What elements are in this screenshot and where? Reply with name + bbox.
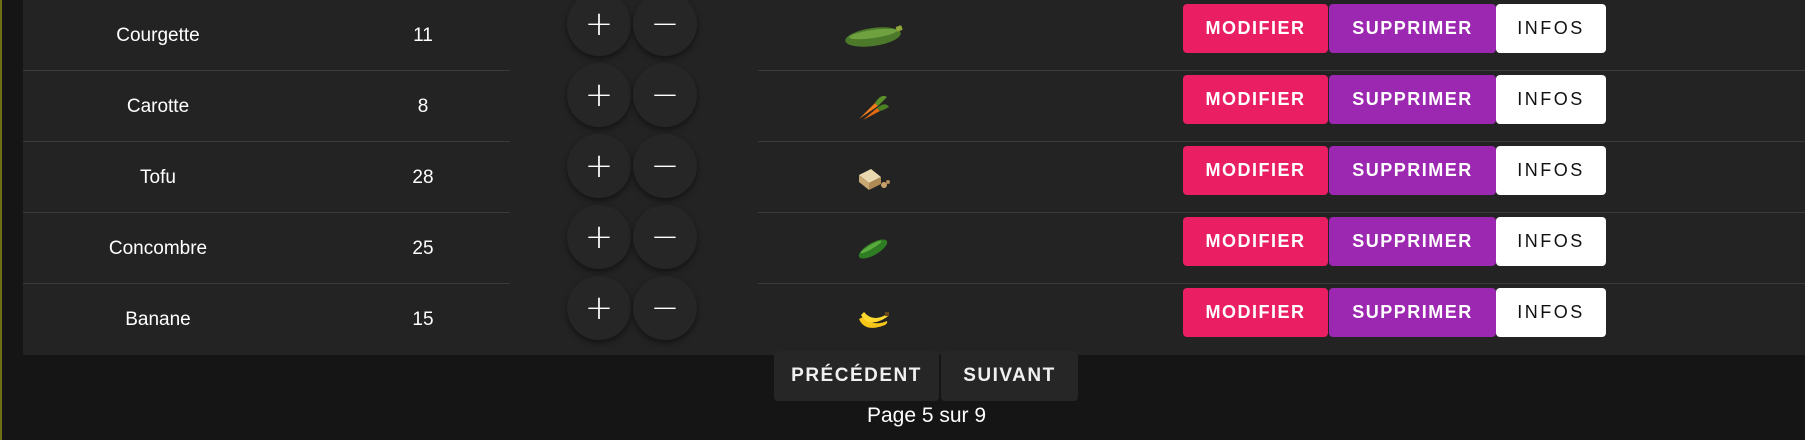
delete-button[interactable]: SUPPRIMER [1329, 75, 1496, 124]
decrement-button[interactable]: − [633, 134, 697, 198]
product-quantity: 28 [412, 166, 434, 188]
product-name: Concombre [108, 237, 208, 259]
increment-button[interactable]: + [567, 0, 631, 56]
window-edge [0, 0, 2, 440]
info-button[interactable]: INFOS [1496, 4, 1606, 53]
product-name: Banane [125, 308, 191, 330]
decrement-button[interactable]: − [633, 276, 697, 340]
increment-button[interactable]: + [567, 276, 631, 340]
product-quantity: 11 [413, 24, 433, 46]
product-table: Courgette 11 + − MODIFIER SUPPRIMER INFO… [23, 0, 1805, 355]
table-row: Banane 15 + − MODIFIER SUPPRIMER INFOS [23, 276, 1805, 355]
increment-button[interactable]: + [567, 205, 631, 269]
product-quantity: 15 [412, 308, 434, 330]
decrement-button[interactable]: − [633, 63, 697, 127]
info-button[interactable]: INFOS [1496, 75, 1606, 124]
decrement-button[interactable]: − [633, 0, 697, 56]
tofu-icon [833, 142, 913, 213]
increment-button[interactable]: + [567, 134, 631, 198]
table-row: Concombre 25 + − MODIFIER SUPPRIMER INFO… [23, 205, 1805, 284]
table-row: Tofu 28 + − MODIFIER SUPPRIMER INFOS [23, 134, 1805, 213]
modify-button[interactable]: MODIFIER [1183, 288, 1328, 337]
table-row: Courgette 11 + − MODIFIER SUPPRIMER INFO… [23, 0, 1805, 71]
info-button[interactable]: INFOS [1496, 288, 1606, 337]
product-name: Courgette [116, 24, 200, 46]
modify-button[interactable]: MODIFIER [1183, 146, 1328, 195]
product-quantity: 25 [412, 237, 434, 259]
product-name: Carotte [126, 95, 190, 117]
carrot-icon [833, 71, 913, 142]
decrement-button[interactable]: − [633, 205, 697, 269]
info-button[interactable]: INFOS [1496, 146, 1606, 195]
next-page-button[interactable]: SUIVANT [941, 351, 1078, 401]
previous-page-button[interactable]: PRÉCÉDENT [774, 351, 939, 401]
modify-button[interactable]: MODIFIER [1183, 217, 1328, 266]
product-name: Tofu [140, 166, 176, 188]
delete-button[interactable]: SUPPRIMER [1329, 4, 1496, 53]
product-quantity: 8 [417, 95, 429, 117]
table-row: Carotte 8 + − MODIFIER SUPPRIMER INFOS [23, 63, 1805, 142]
delete-button[interactable]: SUPPRIMER [1329, 146, 1496, 195]
modify-button[interactable]: MODIFIER [1183, 4, 1328, 53]
delete-button[interactable]: SUPPRIMER [1329, 288, 1496, 337]
info-button[interactable]: INFOS [1496, 217, 1606, 266]
zucchini-icon [833, 0, 913, 71]
modify-button[interactable]: MODIFIER [1183, 75, 1328, 124]
page-indicator: Page 5 sur 9 [866, 404, 987, 427]
cucumber-icon [833, 213, 913, 284]
banana-icon [833, 284, 913, 355]
increment-button[interactable]: + [567, 63, 631, 127]
delete-button[interactable]: SUPPRIMER [1329, 217, 1496, 266]
pagination: PRÉCÉDENT SUIVANT [774, 351, 1078, 401]
